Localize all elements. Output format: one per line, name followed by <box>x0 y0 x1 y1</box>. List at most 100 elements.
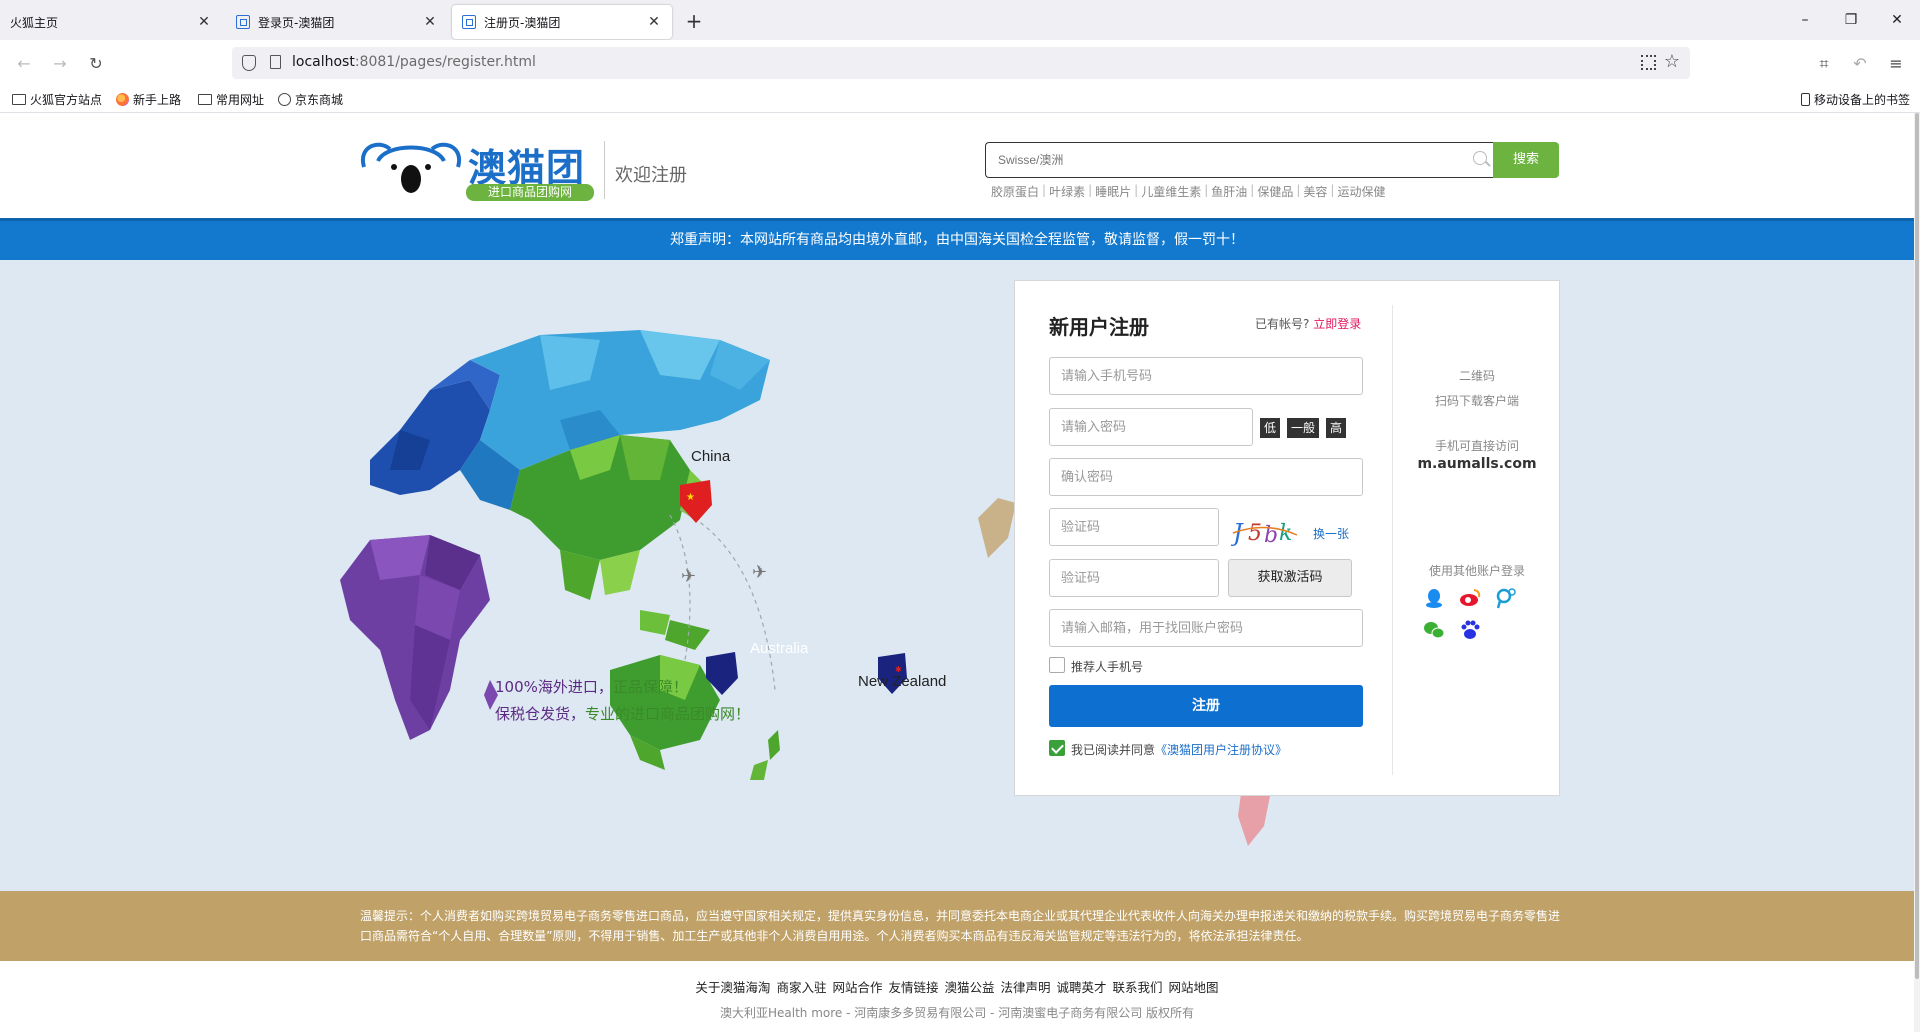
tab-title: 登录页-澳猫团 <box>258 15 335 30</box>
tab-register-page[interactable]: 注册页-澳猫团 ✕ <box>452 5 672 39</box>
svg-text:J: J <box>1231 519 1244 547</box>
weibo-icon[interactable] <box>1459 587 1481 609</box>
mobile-bookmarks[interactable]: 移动设备上的书签 <box>1800 91 1910 108</box>
footer-link[interactable]: 关于澳猫海淘 <box>695 977 770 996</box>
window-close-icon[interactable]: ✕ <box>1874 0 1920 40</box>
scrollbar-thumb[interactable] <box>1915 113 1919 979</box>
strength-high: 高 <box>1326 418 1346 438</box>
footer-link[interactable]: 友情链接 <box>888 977 938 996</box>
restore-icon[interactable]: ❐ <box>1828 0 1874 40</box>
mobile-bookmarks-label: 移动设备上的书签 <box>1813 93 1910 107</box>
footer-link[interactable]: 法律声明 <box>1001 977 1051 996</box>
wechat-icon[interactable] <box>1423 619 1445 641</box>
email-input[interactable]: 请输入邮箱，用于找回账户密码 <box>1049 609 1363 647</box>
search-button[interactable]: 搜索 <box>1493 142 1559 178</box>
baidu-icon[interactable] <box>1459 619 1481 641</box>
welcome-title: 欢迎注册 <box>615 165 687 186</box>
register-main-area: ✈ ✈ ★ ✱ China Australia New Zealand 100%… <box>0 260 1914 891</box>
page-favicon-icon <box>236 15 250 29</box>
minimize-icon[interactable]: – <box>1782 0 1828 40</box>
url-path: :8081/pages/register.html <box>354 54 536 70</box>
hot-word-link[interactable]: 运动保健 <box>1337 183 1385 200</box>
bookmark-firefox-official[interactable]: 火狐官方站点 <box>12 91 102 108</box>
footer-link[interactable]: 联系我们 <box>1113 977 1163 996</box>
hot-word-link[interactable]: 儿童维生素 <box>1141 183 1201 200</box>
footer-link[interactable]: 商家入驻 <box>776 977 826 996</box>
agree-checkbox[interactable] <box>1049 740 1065 756</box>
strength-medium: 一般 <box>1287 418 1319 438</box>
notice-banner: 郑重声明：本网站所有商品均由境外直邮，由中国海关国检全程监管，敬请监督，假一罚十… <box>0 218 1914 260</box>
svg-text:✈: ✈ <box>752 562 767 583</box>
slogan-text: 100%海外进口， <box>495 678 613 696</box>
navigation-toolbar: ← → ↻ localhost:8081/pages/register.html… <box>0 40 1920 86</box>
register-card: 新用户注册 已有帐号? 立即登录 请输入手机号码 请输入密码 低 一般 高 确认… <box>1014 280 1560 796</box>
footer-link[interactable]: 澳猫公益 <box>944 977 994 996</box>
page-viewport: 澳猫团 进口商品团购网 欢迎注册 搜索 胶原蛋白| 叶绿素| 睡眠片| 儿童维生… <box>0 113 1920 1032</box>
footer-link[interactable]: 网站地图 <box>1169 977 1219 996</box>
separator: | <box>1296 183 1301 197</box>
login-now-link[interactable]: 立即登录 <box>1313 317 1361 331</box>
bookmark-jd-mall[interactable]: 京东商城 <box>278 91 343 108</box>
logo-tagline: 进口商品团购网 <box>466 184 594 201</box>
tab-firefox-home[interactable]: 火狐主页 ✕ <box>0 4 222 40</box>
bookmarks-bar: 火狐官方站点 新手上路 常用网址 京东商城 移动设备上的书签 <box>0 86 1920 113</box>
agree-text: 我已阅读并同意《澳猫团用户注册协议》 <box>1071 741 1287 758</box>
confirm-password-input[interactable]: 确认密码 <box>1049 458 1363 496</box>
site-logo[interactable]: 澳猫团 进口商品团购网 <box>356 137 596 203</box>
close-icon[interactable]: ✕ <box>646 14 662 30</box>
footer-link[interactable]: 诚聘英才 <box>1057 977 1107 996</box>
tracking-shield-icon[interactable] <box>242 55 256 71</box>
hot-word-link[interactable]: 胶原蛋白 <box>991 183 1039 200</box>
separator: | <box>1088 183 1093 197</box>
close-icon[interactable]: ✕ <box>196 14 212 30</box>
browser-tab-bar: 火狐主页 ✕ 登录页-澳猫团 ✕ 注册页-澳猫团 ✕ + – ❐ ✕ <box>0 0 1920 40</box>
url-bar[interactable]: localhost:8081/pages/register.html ☆ <box>232 47 1690 79</box>
new-tab-plus-icon[interactable]: + <box>680 8 708 36</box>
captcha-refresh-link[interactable]: 换一张 <box>1313 525 1349 542</box>
forward-arrow-icon[interactable]: → <box>46 50 74 78</box>
hot-word-link[interactable]: 叶绿素 <box>1049 183 1085 200</box>
back-arrow-icon[interactable]: ← <box>10 50 38 78</box>
mobile-domain: m.aumalls.com <box>1417 456 1537 472</box>
bookmark-label: 常用网址 <box>216 93 265 107</box>
agreement-link[interactable]: 《澳猫团用户注册协议》 <box>1155 743 1287 757</box>
search-input[interactable] <box>986 143 1456 176</box>
search-icon[interactable] <box>1473 151 1487 165</box>
hot-word-link[interactable]: 保健品 <box>1257 183 1293 200</box>
qr-code-icon[interactable] <box>1641 55 1656 70</box>
sms-code-input[interactable]: 验证码 <box>1049 559 1219 597</box>
url-host: localhost <box>292 54 355 70</box>
hamburger-menu-icon[interactable]: ≡ <box>1882 50 1910 78</box>
footer-link[interactable]: 网站合作 <box>832 977 882 996</box>
register-submit-button[interactable]: 注册 <box>1049 685 1363 727</box>
page-scrollbar[interactable] <box>1914 113 1920 1032</box>
password-input[interactable]: 请输入密码 <box>1049 408 1253 446</box>
get-activation-code-button[interactable]: 获取激活码 <box>1228 559 1352 597</box>
bookmark-common-sites[interactable]: 常用网址 <box>198 91 264 108</box>
hot-word-link[interactable]: 睡眠片 <box>1095 183 1131 200</box>
referrer-label: 推荐人手机号 <box>1071 660 1144 674</box>
referrer-checkbox[interactable] <box>1049 657 1065 673</box>
phone-input[interactable]: 请输入手机号码 <box>1049 357 1363 395</box>
reload-icon[interactable]: ↻ <box>82 50 110 78</box>
qq-icon[interactable] <box>1423 587 1445 609</box>
bookmark-getting-started[interactable]: 新手上路 <box>116 91 181 108</box>
footer-links: 关于澳猫海淘 商家入驻 网站合作 友情链接 澳猫公益 法律声明 诚聘英才 联系我… <box>0 977 1914 996</box>
legal-tip-bar: 温馨提示：个人消费者如购买跨境贸易电子商务零售进口商品，应当遵守国家相关规定，提… <box>0 891 1914 961</box>
alipay-icon[interactable] <box>1495 587 1517 609</box>
qr-title: 二维码 <box>1458 369 1495 383</box>
hot-word-link[interactable]: 鱼肝油 <box>1211 183 1247 200</box>
tab-login-page[interactable]: 登录页-澳猫团 ✕ <box>226 4 448 40</box>
separator: | <box>1204 183 1209 197</box>
screenshot-crop-icon[interactable]: ⌗ <box>1810 50 1838 78</box>
captcha-input[interactable]: 验证码 <box>1049 508 1219 546</box>
hot-word-link[interactable]: 美容 <box>1303 183 1327 200</box>
bookmark-star-icon[interactable]: ☆ <box>1664 51 1680 72</box>
close-icon[interactable]: ✕ <box>422 14 438 30</box>
undo-icon[interactable]: ↶ <box>1846 50 1874 78</box>
page-info-icon[interactable] <box>270 55 281 69</box>
bookmark-label: 火狐官方站点 <box>30 93 103 107</box>
separator: | <box>1250 183 1255 197</box>
url-text[interactable]: localhost:8081/pages/register.html <box>292 54 536 70</box>
captcha-image[interactable]: J 5 b k <box>1231 515 1299 549</box>
